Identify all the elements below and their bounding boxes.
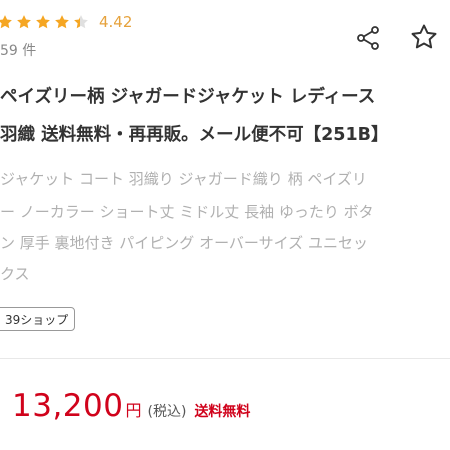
rating-value: 4.42 xyxy=(99,13,133,31)
star-icon xyxy=(0,13,14,31)
product-tags-line-2: ー ノーカラー ショート丈 ミドル丈 長袖 ゆったり ボタ xyxy=(0,203,374,221)
product-tags-line-4: クス xyxy=(0,265,30,283)
share-icon xyxy=(354,24,382,56)
favorite-button[interactable] xyxy=(407,22,441,56)
divider xyxy=(0,358,450,359)
free-shipping-label: 送料無料 xyxy=(194,404,251,420)
star-icon xyxy=(15,13,33,31)
review-count[interactable]: 59 件 xyxy=(0,40,36,60)
star-outline-icon xyxy=(409,22,439,56)
price-amount: 13,200 xyxy=(12,388,124,424)
shop-link[interactable]: 39ショップ xyxy=(0,307,76,331)
product-tags-line-3: ン 厚手 裏地付き パイピング オーバーサイズ ユニセッ xyxy=(0,234,368,252)
price-tax-label: (税込) xyxy=(147,404,187,420)
rating-row: 4.42 xyxy=(0,10,132,34)
star-rating xyxy=(0,13,91,31)
product-title-line-1: ペイズリー柄 ジャガードジャケット レディース xyxy=(0,87,376,107)
star-icon xyxy=(72,13,90,31)
price-unit: 円 xyxy=(125,401,142,420)
shop-label: 39ショップ xyxy=(5,312,69,327)
star-icon xyxy=(34,13,52,31)
price-row: 13,200 円 (税込) 送料無料 xyxy=(12,388,250,424)
star-icon xyxy=(53,13,71,31)
product-tags-line-1: ジャケット コート 羽織り ジャガード織り 柄 ペイズリ xyxy=(0,170,367,188)
product-title-line-2: 羽織 送料無料・再再販。メール便不可【251B】 xyxy=(0,125,389,145)
share-button[interactable] xyxy=(352,24,384,56)
